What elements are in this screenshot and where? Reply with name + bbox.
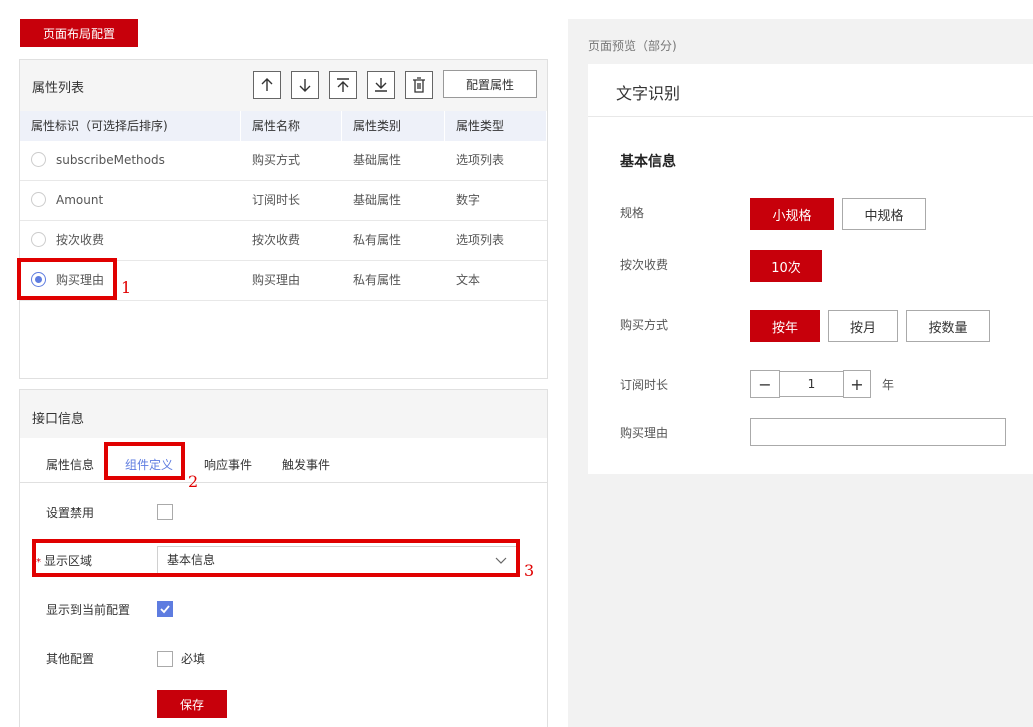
row-radio[interactable] (31, 192, 46, 207)
duration-plus-button[interactable]: + (843, 370, 871, 398)
per-use-option-10[interactable]: 10次 (750, 250, 822, 282)
preview-title: 文字识别 (616, 84, 681, 103)
row-id: 按次收费 (56, 233, 105, 247)
move-to-top-icon[interactable] (329, 71, 357, 99)
table-row[interactable]: subscribeMethods 购买方式 基础属性 选项列表 (20, 141, 547, 181)
row-category: 私有属性 (353, 233, 402, 247)
row-type: 文本 (456, 273, 481, 287)
disable-label: 设置禁用 (46, 506, 95, 520)
page-layout-config-button[interactable]: 页面布局配置 (20, 19, 138, 47)
preview-header: 文字识别 (588, 64, 1033, 117)
attribute-table-header: 属性标识（可选择后排序) 属性名称 属性类别 属性类型 (20, 111, 547, 141)
spec-option-medium[interactable]: 中规格 (842, 198, 926, 230)
row-category: 基础属性 (353, 193, 402, 207)
column-header-name: 属性名称 (241, 111, 342, 141)
row-id: Amount (56, 193, 104, 207)
check-icon (160, 605, 170, 614)
other-config-label: 其他配置 (46, 652, 95, 666)
row-name: 按次收费 (252, 233, 301, 247)
row-radio[interactable] (31, 152, 46, 167)
annotation-number-1: 1 (121, 278, 132, 297)
duration-value[interactable]: 1 (780, 371, 843, 397)
annotation-box-3 (32, 539, 520, 577)
required-checkbox[interactable] (157, 651, 173, 667)
row-name: 购买理由 (252, 273, 301, 287)
delete-trash-icon[interactable] (405, 71, 433, 99)
attribute-list-header: 属性列表 配置属性 (20, 60, 547, 111)
annotation-box-1 (17, 258, 117, 300)
preview-label: 页面预览（部分) (588, 39, 677, 53)
row-category: 基础属性 (353, 153, 402, 167)
duration-minus-button[interactable]: − (750, 370, 780, 398)
buy-method-quantity[interactable]: 按数量 (906, 310, 990, 342)
reason-input[interactable] (750, 418, 1006, 446)
column-header-id: 属性标识（可选择后排序) (20, 111, 241, 141)
annotation-number-3: 3 (524, 561, 535, 580)
required-label: 必填 (181, 652, 206, 666)
interface-info-header: 接口信息 (20, 390, 547, 438)
attribute-list-panel: 属性列表 配置属性 属性标识（可选择后排序) 属性名称 属性类别 属性类型 su… (19, 59, 548, 379)
table-row[interactable]: Amount 订阅时长 基础属性 数字 (20, 181, 547, 221)
tab-response-events[interactable]: 响应事件 (204, 456, 252, 473)
per-use-label: 按次收费 (620, 258, 669, 272)
move-down-icon[interactable] (291, 71, 319, 99)
disable-checkbox[interactable] (157, 504, 173, 520)
row-type: 选项列表 (456, 153, 505, 167)
tab-attribute-info[interactable]: 属性信息 (46, 456, 94, 473)
duration-unit: 年 (882, 378, 895, 392)
row-radio[interactable] (31, 232, 46, 247)
row-name: 订阅时长 (252, 193, 301, 207)
spec-label: 规格 (620, 206, 645, 220)
row-id: subscribeMethods (56, 153, 165, 167)
spec-option-small[interactable]: 小规格 (750, 198, 834, 230)
show-current-config-label: 显示到当前配置 (46, 603, 131, 617)
preview-card: 文字识别 基本信息 规格 小规格 中规格 按次收费 10次 购买方式 按年 按月… (588, 64, 1033, 474)
buy-method-yearly[interactable]: 按年 (750, 310, 820, 342)
column-header-type: 属性类型 (445, 111, 547, 141)
row-category: 私有属性 (353, 273, 402, 287)
interface-tabs: 属性信息 组件定义 响应事件 触发事件 (20, 438, 547, 483)
interface-info-title: 接口信息 (32, 412, 85, 427)
annotation-number-2: 2 (188, 472, 199, 491)
save-button[interactable]: 保存 (157, 690, 227, 718)
annotation-box-2 (104, 442, 185, 480)
show-current-config-checkbox[interactable] (157, 601, 173, 617)
move-to-bottom-icon[interactable] (367, 71, 395, 99)
move-up-icon[interactable] (253, 71, 281, 99)
tab-trigger-events[interactable]: 触发事件 (282, 456, 330, 473)
duration-label: 订阅时长 (620, 378, 669, 392)
buy-method-monthly[interactable]: 按月 (828, 310, 898, 342)
row-type: 数字 (456, 193, 481, 207)
configure-attributes-button[interactable]: 配置属性 (443, 70, 537, 98)
reason-label: 购买理由 (620, 426, 669, 440)
row-name: 购买方式 (252, 153, 301, 167)
row-type: 选项列表 (456, 233, 505, 247)
preview-section-title: 基本信息 (620, 154, 676, 170)
attribute-list-title: 属性列表 (32, 81, 85, 96)
buy-method-label: 购买方式 (620, 318, 669, 332)
column-header-category: 属性类别 (342, 111, 445, 141)
table-row[interactable]: 按次收费 按次收费 私有属性 选项列表 (20, 221, 547, 261)
